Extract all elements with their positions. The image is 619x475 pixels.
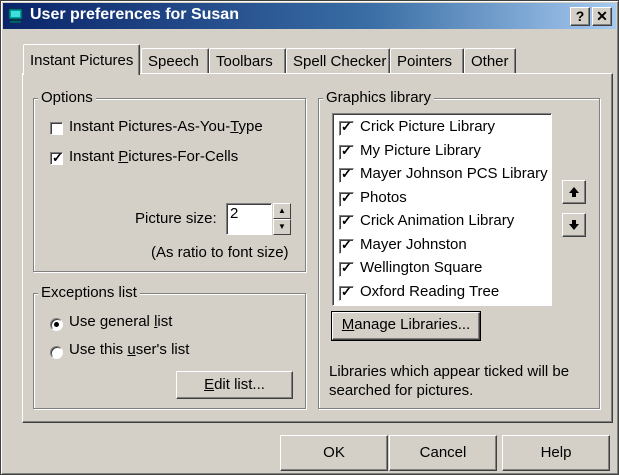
use-user-list-label[interactable]: Use this user's list bbox=[69, 341, 189, 358]
close-icon[interactable]: ✕ bbox=[592, 7, 612, 26]
library-name: Crick Animation Library bbox=[360, 212, 515, 229]
tab-speech[interactable]: Speech bbox=[141, 48, 209, 73]
ratio-note: (As ratio to font size) bbox=[151, 244, 289, 261]
tab-label: Other bbox=[471, 53, 509, 70]
spin-down-icon[interactable]: ▼ bbox=[273, 219, 291, 235]
manage-libraries-button[interactable]: Manage Libraries... bbox=[331, 311, 481, 341]
options-group-label: Options bbox=[38, 89, 96, 106]
tab-label: Speech bbox=[148, 53, 199, 70]
as-you-type-checkbox[interactable] bbox=[50, 122, 63, 135]
for-cells-label[interactable]: Instant Pictures-For-Cells bbox=[69, 148, 238, 165]
checkmark-icon: ✓ bbox=[341, 260, 352, 275]
exceptions-group-label: Exceptions list bbox=[38, 284, 140, 301]
checkmark-icon: ✓ bbox=[341, 119, 352, 134]
help-button[interactable]: Help bbox=[502, 435, 610, 471]
library-name: Wellington Square bbox=[360, 259, 483, 276]
edit-list-button[interactable]: Edit list... bbox=[176, 371, 293, 399]
library-checkbox[interactable]: ✓ bbox=[339, 142, 354, 160]
use-general-list-radio[interactable] bbox=[50, 318, 63, 331]
library-name: Mayer Johnston bbox=[360, 235, 467, 253]
libraries-note: Libraries which appear ticked will be se… bbox=[329, 363, 570, 399]
library-name: Photos bbox=[360, 188, 407, 206]
checkmark-icon: ✓ bbox=[52, 150, 63, 165]
tab-other[interactable]: Other bbox=[464, 48, 516, 73]
library-name: Mayer Johnson PCS Library bbox=[360, 165, 548, 182]
tab-pointers[interactable]: Pointers bbox=[390, 48, 464, 73]
help-icon[interactable]: ? bbox=[570, 7, 590, 26]
tab-label: Spell Checker bbox=[293, 53, 387, 70]
ok-button[interactable]: OK bbox=[280, 435, 388, 471]
use-general-list-label[interactable]: Use general list bbox=[69, 313, 172, 330]
library-checkbox[interactable]: ✓ bbox=[339, 260, 354, 277]
graphics-library-group-label: Graphics library bbox=[323, 89, 435, 106]
checkmark-icon: ✓ bbox=[341, 189, 352, 205]
cancel-button[interactable]: Cancel bbox=[389, 435, 497, 471]
library-checkbox[interactable]: ✓ bbox=[339, 166, 354, 183]
move-down-button[interactable] bbox=[562, 213, 586, 237]
window-title: User preferences for Susan bbox=[30, 6, 239, 23]
checkmark-icon: ✓ bbox=[341, 283, 352, 299]
tab-label: Toolbars bbox=[216, 53, 273, 70]
picture-size-label: Picture size: bbox=[135, 210, 217, 227]
library-name: Oxford Reading Tree bbox=[360, 282, 500, 300]
down-arrow-icon bbox=[569, 220, 579, 230]
tab-toolbars[interactable]: Toolbars bbox=[209, 48, 286, 73]
as-you-type-label[interactable]: Instant Pictures-As-You-Type bbox=[69, 118, 263, 135]
tab-spell-checker[interactable]: Spell Checker bbox=[286, 48, 390, 73]
library-checkbox[interactable]: ✓ bbox=[339, 119, 354, 136]
move-up-button[interactable] bbox=[562, 180, 586, 204]
tab-instant-pictures[interactable]: Instant Pictures bbox=[23, 44, 140, 75]
radio-dot-icon bbox=[54, 322, 59, 327]
checkmark-icon: ✓ bbox=[341, 142, 352, 158]
for-cells-checkbox[interactable]: ✓ bbox=[50, 150, 63, 165]
use-user-list-radio[interactable] bbox=[50, 346, 63, 359]
library-name: My Picture Library bbox=[360, 141, 481, 159]
library-checkbox[interactable]: ✓ bbox=[339, 213, 354, 230]
checkmark-icon: ✓ bbox=[341, 166, 352, 181]
library-checkbox[interactable]: ✓ bbox=[339, 236, 354, 254]
checkmark-icon: ✓ bbox=[341, 213, 352, 228]
library-list[interactable]: ✓ Crick Picture Library ✓ My Picture Librar… bbox=[332, 113, 552, 306]
picture-size-input[interactable]: 2 bbox=[226, 203, 272, 235]
library-checkbox[interactable]: ✓ bbox=[339, 189, 354, 207]
checkmark-icon: ✓ bbox=[341, 236, 352, 252]
spin-up-icon[interactable]: ▲ bbox=[273, 203, 291, 219]
title-bar[interactable]: User preferences for Susan ? ✕ bbox=[3, 3, 616, 29]
library-checkbox[interactable]: ✓ bbox=[339, 283, 354, 301]
tab-label: Pointers bbox=[397, 53, 453, 70]
app-icon bbox=[8, 8, 24, 24]
tab-label: Instant Pictures bbox=[30, 52, 134, 69]
library-name: Crick Picture Library bbox=[360, 118, 496, 135]
up-arrow-icon bbox=[569, 187, 579, 197]
